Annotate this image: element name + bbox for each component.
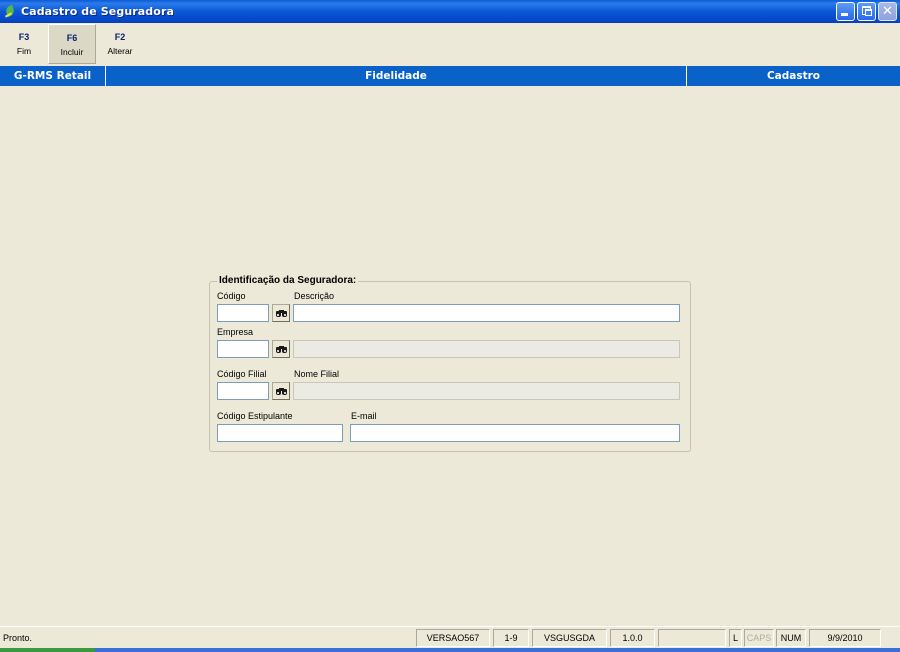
- codigo-search-button[interactable]: [272, 304, 290, 322]
- descricao-label: Descrição: [294, 291, 335, 301]
- status-panel-num: NUM: [776, 629, 806, 647]
- filial-search-button[interactable]: [272, 382, 290, 400]
- title-bar[interactable]: Cadastro de Seguradora ✕: [0, 0, 900, 23]
- minimize-icon: [841, 13, 848, 16]
- descricao-input[interactable]: [293, 304, 680, 322]
- toolbar-key: F2: [114, 32, 126, 42]
- toolbar-incluir-button[interactable]: F6 Incluir: [48, 24, 96, 64]
- module-name: Fidelidade: [106, 66, 687, 86]
- email-label: E-mail: [351, 411, 377, 421]
- status-panel-empty: [658, 629, 726, 647]
- status-message: Pronto.: [3, 633, 33, 643]
- restore-button[interactable]: [857, 2, 876, 21]
- window-title: Cadastro de Seguradora: [21, 5, 174, 18]
- codigo-input[interactable]: [217, 304, 269, 322]
- status-panel-range: 1-9: [493, 629, 529, 647]
- nome-filial-display: [293, 382, 680, 400]
- module-header-band: G-RMS Retail Fidelidade Cadastro: [0, 66, 900, 86]
- codigo-filial-label: Código Filial: [217, 369, 267, 379]
- toolbar-key: F3: [18, 32, 30, 42]
- empresa-input[interactable]: [217, 340, 269, 358]
- toolbar-fim-button[interactable]: F3 Fim: [0, 24, 48, 64]
- status-bar: Pronto. VERSAO567 1-9 VSGUSGDA 1.0.0 L C…: [0, 626, 900, 648]
- minimize-button[interactable]: [836, 2, 855, 21]
- toolbar-label: Incluir: [60, 47, 84, 57]
- toolbar-alterar-button[interactable]: F2 Alterar: [96, 24, 144, 64]
- binoculars-icon: [276, 387, 287, 395]
- status-panel-date: 9/9/2010: [809, 629, 881, 647]
- close-icon: ✕: [882, 4, 893, 19]
- status-panel-user: VSGUSGDA: [532, 629, 607, 647]
- empresa-nome-display: [293, 340, 680, 358]
- taskbar-edge: [0, 648, 900, 652]
- status-panel-version: VERSAO567: [416, 629, 490, 647]
- group-title: Identificação da Seguradora:: [217, 275, 359, 286]
- app-icon[interactable]: [4, 4, 17, 18]
- window-controls: ✕: [836, 2, 897, 21]
- product-name: G-RMS Retail: [0, 66, 106, 86]
- status-panel-build: 1.0.0: [610, 629, 655, 647]
- email-input[interactable]: [350, 424, 680, 442]
- toolbar-key: F6: [66, 33, 78, 43]
- codigo-label: Código: [217, 291, 246, 301]
- toolbar-label: Fim: [16, 46, 32, 56]
- screen-name: Cadastro: [766, 70, 821, 82]
- toolbar-label: Alterar: [107, 46, 133, 56]
- binoculars-icon: [276, 345, 287, 353]
- close-button[interactable]: ✕: [878, 2, 897, 21]
- status-panel-caps: CAPS: [744, 629, 774, 647]
- status-panel-l: L: [729, 629, 742, 647]
- codigo-estipulante-input[interactable]: [217, 424, 343, 442]
- codigo-filial-input[interactable]: [217, 382, 269, 400]
- codigo-estipulante-label: Código Estipulante: [217, 411, 293, 421]
- binoculars-icon: [276, 309, 287, 317]
- empresa-label: Empresa: [217, 327, 254, 337]
- empresa-search-button[interactable]: [272, 340, 290, 358]
- nome-filial-label: Nome Filial: [294, 369, 340, 379]
- function-key-toolbar: F3 Fim F6 Incluir F2 Alterar: [0, 23, 900, 66]
